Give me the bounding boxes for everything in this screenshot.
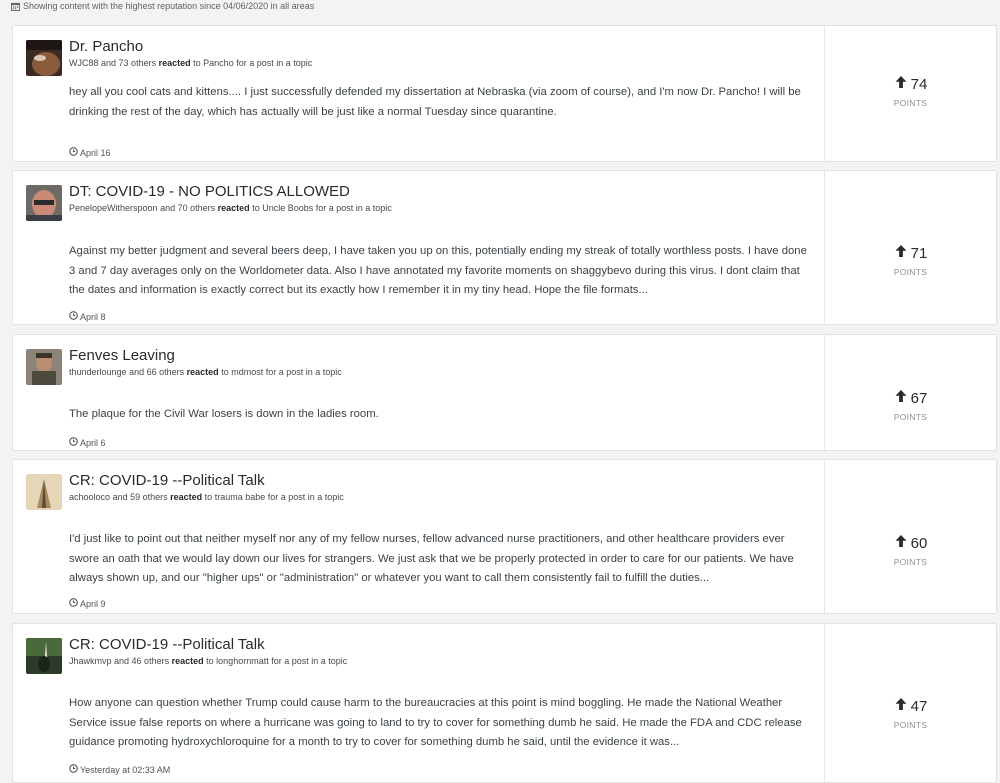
clock-icon: [69, 598, 78, 609]
post-excerpt: How anyone can question whether Trump co…: [69, 697, 802, 748]
post-author-link[interactable]: Uncle Boobs: [262, 203, 313, 213]
to-word: to: [204, 492, 213, 502]
post-context: for a post in a topic: [265, 367, 342, 377]
reacting-user-link[interactable]: WJC88: [69, 58, 99, 68]
reacted-word: reacted: [170, 492, 203, 502]
post-title[interactable]: DT: COVID-19 - NO POLITICS ALLOWED: [69, 183, 350, 200]
post-author-link[interactable]: mdmost: [231, 367, 263, 377]
post-title[interactable]: Fenves Leaving: [69, 347, 175, 364]
points-label: POINTS: [893, 267, 928, 277]
post-date-text: April 16: [80, 147, 111, 158]
reaction-meta: Jhawkmvp and 46 others reacted to longho…: [69, 656, 347, 666]
post-date[interactable]: April 8: [69, 311, 106, 322]
to-word: to: [252, 203, 260, 213]
post-author-link[interactable]: longhornmatt: [216, 656, 269, 666]
arrow-up-icon: [894, 244, 908, 262]
others-count[interactable]: and 70 others: [160, 203, 215, 213]
post-date-text: April 6: [80, 437, 106, 448]
avatar[interactable]: [26, 40, 62, 76]
points-label: POINTS: [893, 557, 928, 567]
post-date-text: April 9: [80, 598, 106, 609]
post-author-link[interactable]: trauma babe: [215, 492, 266, 502]
result-card: CR: COVID-19 --Political Talk Jhawkmvp a…: [12, 623, 997, 783]
points-block: 74 POINTS: [825, 75, 996, 109]
points-value: 60: [910, 534, 928, 552]
reacting-user-link[interactable]: thunderlounge: [69, 367, 127, 377]
avatar[interactable]: [26, 474, 62, 510]
post-date[interactable]: Yesterday at 02:33 AM: [69, 764, 170, 775]
points-label: POINTS: [893, 720, 928, 730]
points-block: 67 POINTS: [825, 389, 996, 423]
result-card: CR: COVID-19 --Political Talk achooloco …: [12, 459, 997, 614]
to-word: to: [206, 656, 214, 666]
post-context: for a post in a topic: [271, 656, 348, 666]
reaction-meta: achooloco and 59 others reacted to traum…: [69, 492, 344, 502]
post-excerpt: hey all you cool cats and kittens.... I …: [69, 86, 801, 118]
post-excerpt: The plaque for the Civil War losers is d…: [69, 408, 379, 420]
points-block: 60 POINTS: [825, 534, 996, 568]
avatar[interactable]: [26, 185, 62, 221]
points-label: POINTS: [893, 412, 928, 422]
others-count[interactable]: and 73 others: [101, 58, 156, 68]
result-card: Dr. Pancho WJC88 and 73 others reacted t…: [12, 25, 997, 162]
points-value: 71: [910, 244, 928, 262]
post-context: for a post in a topic: [236, 58, 313, 68]
post-title[interactable]: CR: COVID-19 --Political Talk: [69, 472, 265, 489]
points-label: POINTS: [893, 98, 928, 108]
points-block: 71 POINTS: [825, 244, 996, 278]
reacting-user-link[interactable]: Jhawkmvp: [69, 656, 112, 666]
result-card: DT: COVID-19 - NO POLITICS ALLOWED Penel…: [12, 170, 997, 325]
clock-icon: [69, 311, 78, 322]
arrow-up-icon: [894, 389, 908, 407]
points-value: 67: [910, 389, 928, 407]
arrow-up-icon: [894, 534, 908, 552]
reaction-meta: thunderlounge and 66 others reacted to m…: [69, 367, 342, 377]
result-card: Fenves Leaving thunderlounge and 66 othe…: [12, 334, 997, 451]
reaction-meta: PenelopeWitherspoon and 70 others reacte…: [69, 203, 392, 213]
reaction-meta: WJC88 and 73 others reacted to Pancho fo…: [69, 58, 312, 68]
results-info-text: Showing content with the highest reputat…: [23, 1, 315, 11]
to-word: to: [221, 367, 229, 377]
reacted-word: reacted: [217, 203, 250, 213]
post-date-text: Yesterday at 02:33 AM: [80, 764, 171, 775]
reacted-word: reacted: [171, 656, 204, 666]
post-date[interactable]: April 6: [69, 437, 106, 448]
clock-icon: [69, 437, 78, 448]
reacting-user-link[interactable]: PenelopeWitherspoon: [69, 203, 158, 213]
post-title[interactable]: CR: COVID-19 --Political Talk: [69, 636, 265, 653]
calendar-icon: [11, 2, 20, 11]
post-title[interactable]: Dr. Pancho: [69, 38, 143, 55]
reacted-word: reacted: [158, 58, 191, 68]
results-info-bar: Showing content with the highest reputat…: [0, 0, 1000, 12]
post-excerpt: I'd just like to point out that neither …: [69, 533, 794, 584]
avatar[interactable]: [26, 349, 62, 385]
others-count[interactable]: and 66 others: [129, 367, 184, 377]
post-excerpt: Against my better judgment and several b…: [69, 245, 807, 296]
post-context: for a post in a topic: [267, 492, 344, 502]
points-value: 74: [910, 75, 928, 93]
avatar[interactable]: [26, 638, 62, 674]
arrow-up-icon: [894, 697, 908, 715]
clock-icon: [69, 764, 78, 775]
others-count[interactable]: and 59 others: [113, 492, 168, 502]
post-date[interactable]: April 16: [69, 147, 111, 158]
points-value: 47: [910, 697, 928, 715]
post-date[interactable]: April 9: [69, 598, 106, 609]
clock-icon: [69, 147, 78, 158]
post-date-text: April 8: [80, 311, 106, 322]
others-count[interactable]: and 46 others: [114, 656, 169, 666]
arrow-up-icon: [894, 75, 908, 93]
reacted-word: reacted: [186, 367, 219, 377]
reacting-user-link[interactable]: achooloco: [69, 492, 110, 502]
to-word: to: [193, 58, 201, 68]
post-author-link[interactable]: Pancho: [203, 58, 234, 68]
post-context: for a post in a topic: [315, 203, 392, 213]
points-block: 47 POINTS: [825, 697, 996, 731]
